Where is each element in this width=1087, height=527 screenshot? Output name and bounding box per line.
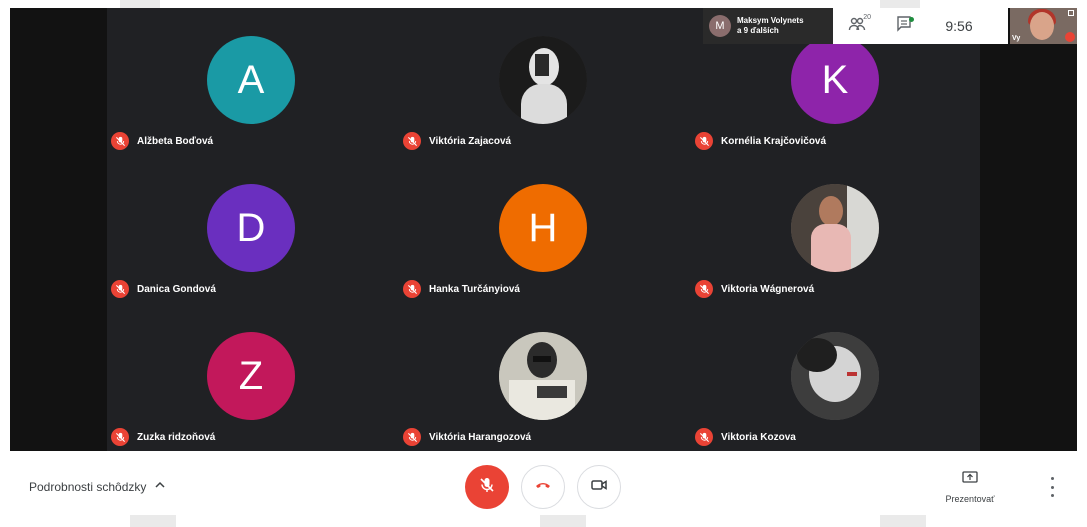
participant-tile[interactable]: H Hanka Turčányiová	[399, 156, 689, 304]
phone-hangup-icon	[534, 476, 552, 499]
leave-call-button[interactable]	[521, 465, 565, 509]
present-screen-icon	[962, 471, 978, 490]
photo-figure	[811, 224, 851, 272]
watermark-fragment	[130, 515, 176, 527]
photo-wall	[847, 184, 879, 272]
avatar-initial: A	[237, 57, 265, 102]
avatar-initial: Z	[238, 353, 264, 398]
present-label: Prezentovať	[945, 494, 995, 504]
unread-dot	[909, 17, 914, 22]
participant-name-row: Hanka Turčányiová	[403, 280, 520, 298]
mic-off-icon	[111, 132, 129, 150]
present-button[interactable]: Prezentovať	[935, 471, 1005, 504]
participant-name-row: Danica Gondová	[111, 280, 216, 298]
mic-off-icon	[111, 428, 129, 446]
participant-name-row: Alžbeta Boďová	[111, 132, 213, 150]
watermark-fragment	[880, 515, 926, 527]
toggle-mic-button[interactable]	[465, 465, 509, 509]
participant-tile[interactable]: Viktoria Wágnerová	[691, 156, 981, 304]
participant-name: Alžbeta Boďová	[137, 135, 214, 147]
clock: 9:56	[945, 18, 973, 34]
participants-chip[interactable]: M Maksym Volynets a 9 ďalších	[703, 8, 833, 44]
mic-off-icon	[403, 132, 421, 150]
photo-hair	[797, 338, 837, 372]
meet-window: A Alžbeta Boďová Viktória Zajacová K Kor…	[0, 0, 1087, 527]
participant-name-row: Viktoria Wágnerová	[695, 280, 814, 298]
photo-newspaper	[537, 386, 567, 398]
chip-avatar: M	[709, 15, 731, 37]
self-view-label: Vy	[1012, 35, 1021, 42]
mic-off-icon	[695, 428, 713, 446]
photo-figure	[819, 196, 843, 226]
people-button[interactable]: 20	[833, 8, 881, 44]
avatar-initial: K	[821, 57, 849, 102]
photo-detail	[847, 372, 857, 376]
participant-tile[interactable]: Viktória Zajacová	[399, 8, 689, 156]
watermark-fragment	[880, 0, 920, 8]
meeting-details-label: Podrobnosti schôdzky	[29, 479, 147, 494]
photo-sunglasses	[533, 356, 551, 362]
avatar-initial: D	[236, 205, 266, 250]
bottom-control-bar: Podrobnosti schôdzky Prezentovať	[0, 451, 1087, 527]
participant-name: Viktória Zajacová	[429, 135, 512, 147]
meeting-details-button[interactable]: Podrobnosti schôdzky	[29, 479, 166, 494]
participant-tile[interactable]: Viktoria Kozova	[691, 304, 981, 452]
participant-tile[interactable]: D Danica Gondová	[107, 156, 397, 304]
more-vert-icon-dot	[1050, 485, 1054, 489]
photo-phone	[535, 54, 549, 76]
participant-tile[interactable]: Z Zuzka ridzoňová	[107, 304, 397, 452]
mic-off-icon	[403, 280, 421, 298]
photo-figure	[521, 84, 567, 124]
participant-avatar: Z	[207, 332, 295, 420]
chip-line-1: Maksym Volynets	[737, 16, 804, 25]
chat-button[interactable]	[881, 8, 929, 44]
participant-avatar: A	[207, 36, 295, 124]
self-view-figure	[1030, 12, 1054, 40]
participant-name: Kornélia Krajčovičová	[721, 135, 827, 147]
participant-name-row: Viktoria Kozova	[695, 428, 796, 446]
chevron-up-icon	[154, 479, 166, 494]
participant-name: Viktória Harangozová	[429, 431, 532, 443]
chip-text: Maksym Volynets a 9 ďalších	[737, 16, 804, 36]
people-count: 20	[863, 14, 871, 21]
participant-name-row: Kornélia Krajčovičová	[695, 132, 826, 150]
participant-name: Danica Gondová	[137, 283, 216, 295]
top-info-bar: M Maksym Volynets a 9 ďalších 20 9:56	[703, 8, 1008, 44]
participant-photo	[499, 36, 587, 124]
participant-name: Hanka Turčányiová	[429, 283, 520, 295]
mic-off-icon	[695, 132, 713, 150]
participant-photo	[499, 332, 587, 420]
avatar-initial: H	[528, 205, 558, 250]
participant-tile[interactable]: A Alžbeta Boďová	[107, 8, 397, 156]
videocam-icon	[590, 476, 608, 499]
participant-name-row: Zuzka ridzoňová	[111, 428, 215, 446]
participant-avatar: D	[207, 184, 295, 272]
mic-off-icon	[478, 476, 496, 499]
participant-name: Viktoria Kozova	[721, 431, 796, 443]
more-vert-icon-dot	[1050, 477, 1054, 480]
participant-name: Zuzka ridzoňová	[137, 431, 216, 443]
participant-name-row: Viktória Harangozová	[403, 428, 531, 446]
participant-tile[interactable]: Viktória Harangozová	[399, 304, 689, 452]
self-view[interactable]: Vy	[1010, 8, 1077, 44]
watermark-fragment	[120, 0, 160, 8]
mic-off-icon	[1065, 32, 1075, 42]
chip-line-2: a 9 ďalších	[737, 26, 779, 35]
participant-name: Viktoria Wágnerová	[721, 283, 815, 295]
pin-icon[interactable]	[1068, 10, 1074, 16]
mic-off-icon	[403, 428, 421, 446]
participant-avatar: H	[499, 184, 587, 272]
more-options-button[interactable]	[1046, 477, 1058, 497]
participant-photo	[791, 332, 879, 420]
participant-avatar: K	[791, 36, 879, 124]
participant-photo	[791, 184, 879, 272]
mic-off-icon	[695, 280, 713, 298]
participant-name-row: Viktória Zajacová	[403, 132, 511, 150]
more-vert-icon-dot	[1050, 494, 1054, 497]
watermark-fragment	[540, 515, 586, 527]
toggle-camera-button[interactable]	[577, 465, 621, 509]
mic-off-icon	[111, 280, 129, 298]
